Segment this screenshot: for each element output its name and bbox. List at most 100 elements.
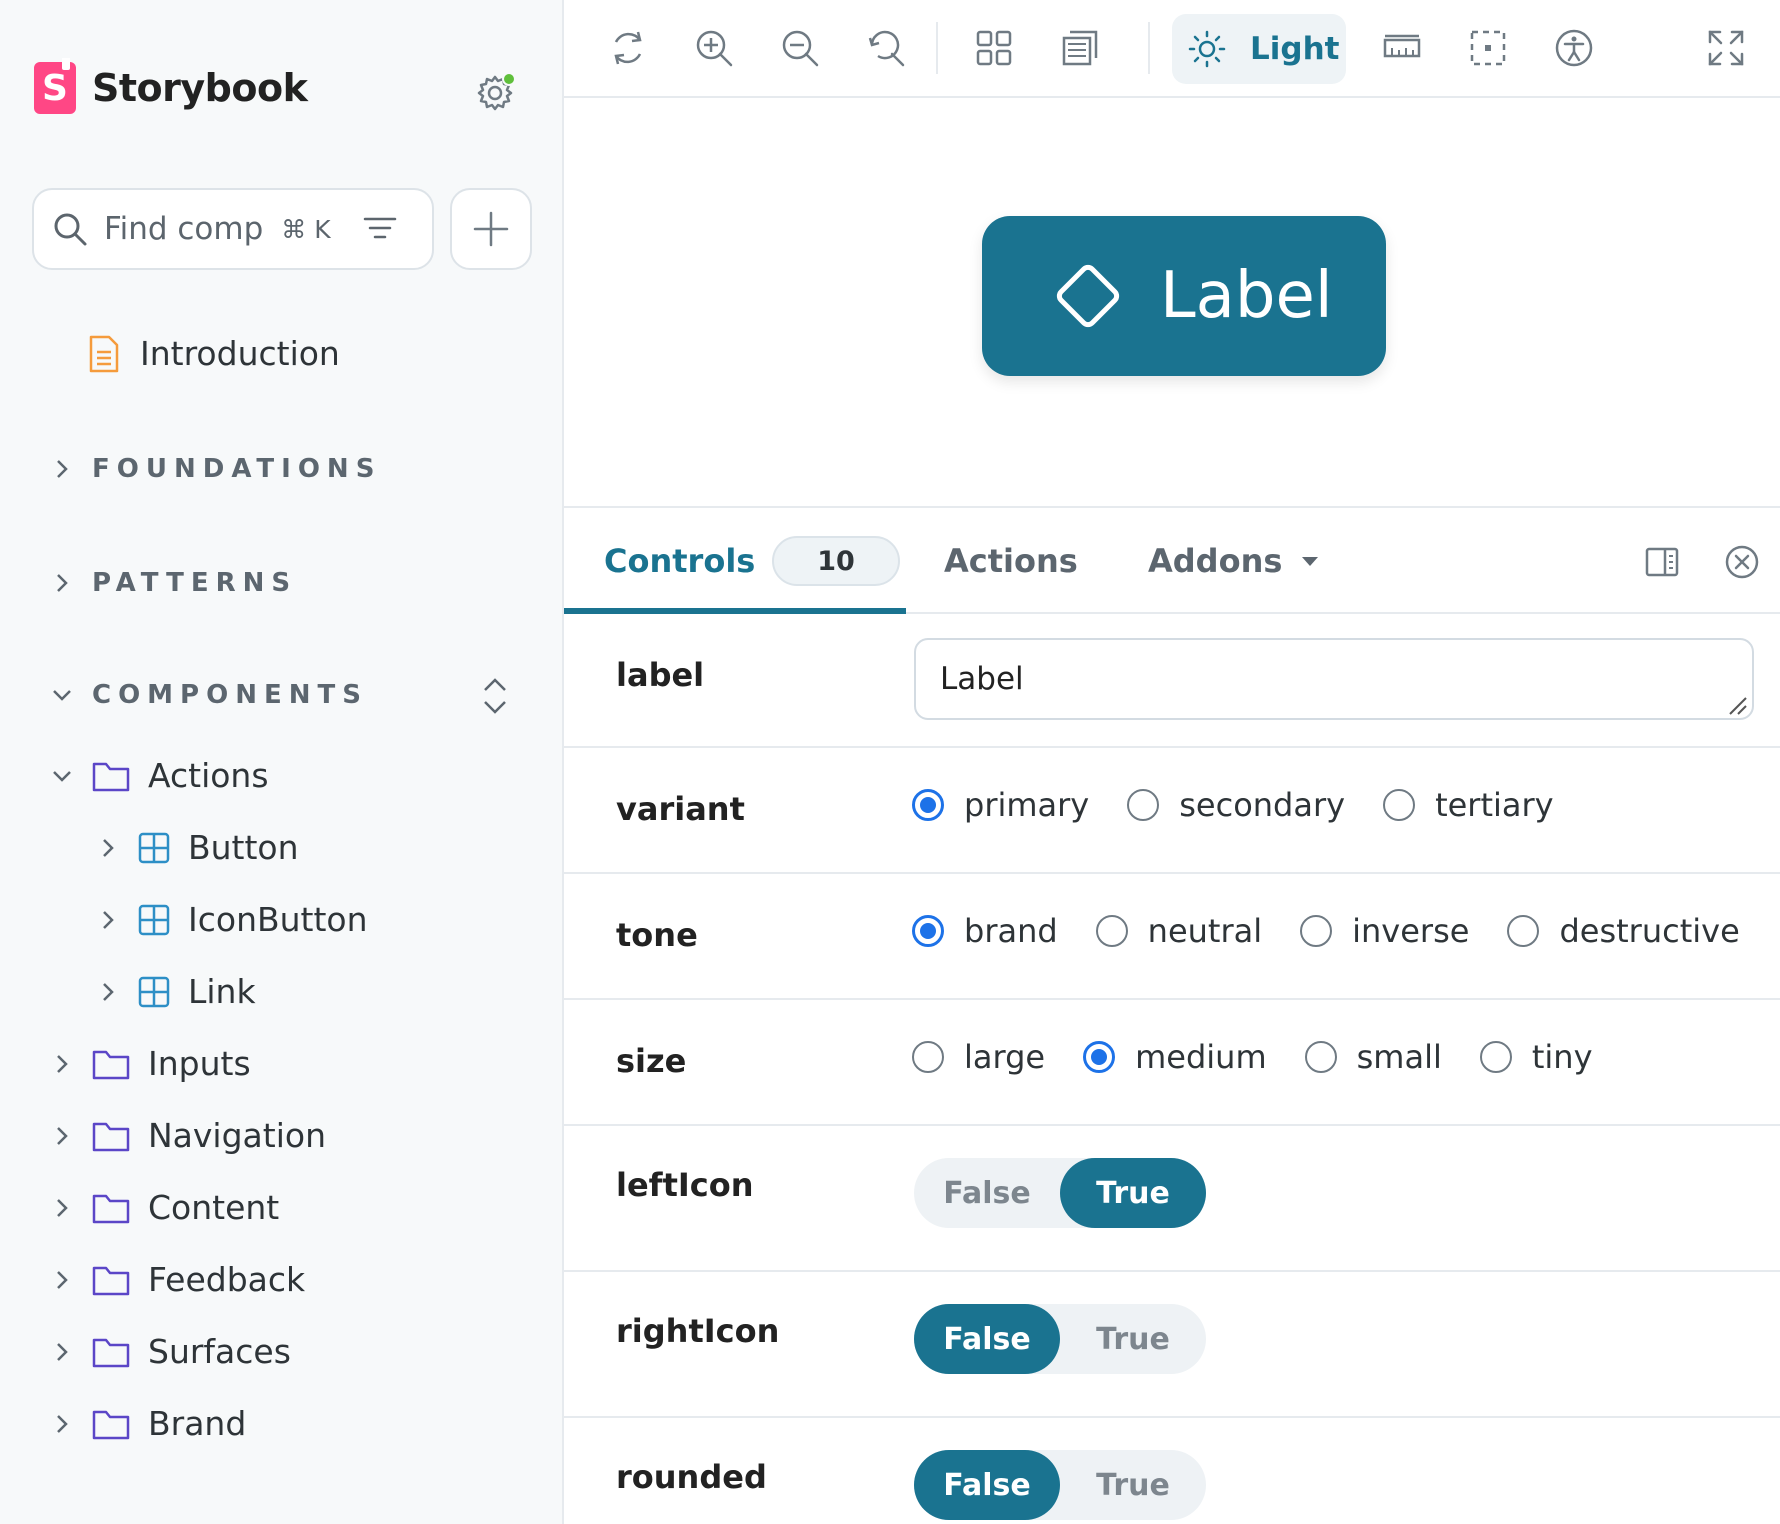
radio-label: small [1356, 1038, 1442, 1076]
settings-button[interactable] [474, 72, 516, 114]
plus-icon [473, 211, 509, 247]
radio-button[interactable] [1127, 789, 1160, 821]
panel-orientation-icon[interactable] [1644, 544, 1680, 580]
search-box[interactable]: Find comp ⌘ K [32, 188, 434, 270]
resize-grip-icon[interactable] [1728, 696, 1748, 716]
reset-zoom-icon[interactable] [866, 28, 906, 68]
sidebar-folder-content[interactable]: Content [52, 1188, 279, 1227]
sidebar-folder-feedback[interactable]: Feedback [52, 1260, 305, 1299]
toggle-option-true[interactable]: True [1060, 1450, 1206, 1520]
section-label: COMPONENTS [92, 680, 368, 710]
section-patterns[interactable]: PATTERNS [52, 568, 297, 598]
folder-icon [92, 1410, 130, 1439]
radio-label: tiny [1531, 1038, 1593, 1076]
control-name: variant [616, 790, 745, 828]
variant-radio-group: primary secondary tertiary [912, 786, 1592, 824]
radio-button[interactable] [1507, 915, 1540, 947]
sidebar-item-button[interactable]: Button [98, 828, 299, 867]
reload-story-icon[interactable] [608, 28, 648, 68]
preview-button-label: Label [1160, 259, 1333, 333]
radio-button[interactable] [912, 1041, 944, 1073]
preview-label-button[interactable]: Label [982, 216, 1386, 376]
radio-tone-brand[interactable]: brand [912, 912, 1058, 950]
expand-collapse-all-icon[interactable] [480, 676, 510, 716]
radio-variant-tertiary[interactable]: tertiary [1383, 786, 1554, 824]
radio-size-small[interactable]: small [1304, 1038, 1442, 1076]
chevron-right-icon [57, 460, 68, 478]
rounded-boolean-toggle[interactable]: False True [914, 1450, 1206, 1520]
radio-tone-destructive[interactable]: destructive [1507, 912, 1740, 950]
sidebar-item-label: Introduction [140, 334, 340, 373]
sidebar-item-iconbutton[interactable]: IconButton [98, 900, 368, 939]
brand[interactable]: S Storybook [34, 58, 308, 114]
sidebar-folder-navigation[interactable]: Navigation [52, 1116, 326, 1155]
lefticon-boolean-toggle[interactable]: False True [914, 1158, 1206, 1228]
close-panel-icon[interactable] [1724, 544, 1760, 580]
toolbar-divider [1148, 22, 1150, 74]
sidebar-item-introduction[interactable]: Introduction [88, 334, 340, 373]
theme-switcher-button[interactable]: Light [1172, 14, 1346, 84]
sidebar-item-label: Feedback [148, 1260, 306, 1299]
radio-button[interactable] [1300, 915, 1333, 947]
radio-variant-secondary[interactable]: secondary [1127, 786, 1345, 824]
chevron-right-icon [103, 838, 114, 857]
radio-button[interactable] [1095, 915, 1128, 947]
section-foundations[interactable]: FOUNDATIONS [52, 454, 381, 484]
tab-actions[interactable]: Actions [944, 542, 1078, 580]
accessibility-icon[interactable] [1554, 28, 1594, 68]
sidebar-folder-brand[interactable]: Brand [52, 1404, 246, 1443]
tab-addons[interactable]: Addons [1148, 542, 1319, 580]
background-icon[interactable] [1060, 28, 1100, 68]
sidebar-folder-surfaces[interactable]: Surfaces [52, 1332, 291, 1371]
search-placeholder[interactable]: Find comp [104, 211, 263, 247]
control-row-lefticon: leftIcon False True [564, 1126, 1780, 1272]
control-name: size [616, 1042, 687, 1080]
radio-size-medium[interactable]: medium [1083, 1038, 1267, 1076]
addons-panel: Controls 10 Actions Addons label Label v… [564, 506, 1780, 1524]
measure-icon[interactable] [1382, 28, 1422, 68]
create-new-button[interactable] [450, 188, 532, 270]
radio-size-tiny[interactable]: tiny [1479, 1038, 1593, 1076]
radio-tone-neutral[interactable]: neutral [1095, 912, 1263, 950]
radio-tone-inverse[interactable]: inverse [1300, 912, 1469, 950]
tab-controls[interactable]: Controls [604, 542, 755, 580]
sidebar-item-label: Brand [148, 1404, 247, 1443]
zoom-out-icon[interactable] [780, 28, 820, 68]
zoom-in-icon[interactable] [694, 28, 734, 68]
filter-icon[interactable] [363, 214, 397, 244]
righticon-boolean-toggle[interactable]: False True [914, 1304, 1206, 1374]
radio-label: inverse [1352, 912, 1470, 950]
radio-label: medium [1135, 1038, 1267, 1076]
toggle-option-true[interactable]: True [1060, 1158, 1206, 1228]
section-components[interactable]: COMPONENTS [52, 680, 368, 710]
radio-label: neutral [1147, 912, 1263, 950]
sidebar-folder-inputs[interactable]: Inputs [52, 1044, 251, 1083]
sidebar-item-label: Button [188, 828, 299, 867]
sidebar-item-label: Surfaces [148, 1332, 291, 1371]
radio-button[interactable] [912, 915, 944, 947]
grid-icon[interactable] [974, 28, 1014, 68]
radio-label: tertiary [1435, 786, 1554, 824]
radio-button[interactable] [1304, 1041, 1337, 1073]
fullscreen-icon[interactable] [1706, 28, 1746, 68]
control-name: tone [616, 916, 698, 954]
sidebar-item-label: Content [148, 1188, 280, 1227]
radio-button[interactable] [1083, 1041, 1116, 1073]
radio-variant-primary[interactable]: primary [912, 786, 1089, 824]
outline-icon[interactable] [1468, 28, 1508, 68]
toggle-option-false[interactable]: False [914, 1450, 1060, 1520]
sidebar-folder-actions[interactable]: Actions [52, 756, 269, 795]
chevron-down-icon [53, 770, 71, 782]
radio-button[interactable] [912, 789, 944, 821]
toggle-option-true[interactable]: True [1060, 1304, 1206, 1374]
radio-button[interactable] [1479, 1041, 1512, 1073]
toggle-option-false[interactable]: False [914, 1304, 1060, 1374]
toggle-option-false[interactable]: False [914, 1158, 1060, 1228]
panel-tabs: Controls 10 Actions Addons [564, 508, 1780, 614]
app-name: Storybook [92, 66, 308, 110]
radio-button[interactable] [1383, 789, 1416, 821]
radio-size-large[interactable]: large [912, 1038, 1045, 1076]
sidebar-item-link[interactable]: Link [98, 972, 256, 1011]
label-text-input[interactable] [914, 638, 1754, 720]
story-preview-canvas: Label [564, 100, 1780, 506]
